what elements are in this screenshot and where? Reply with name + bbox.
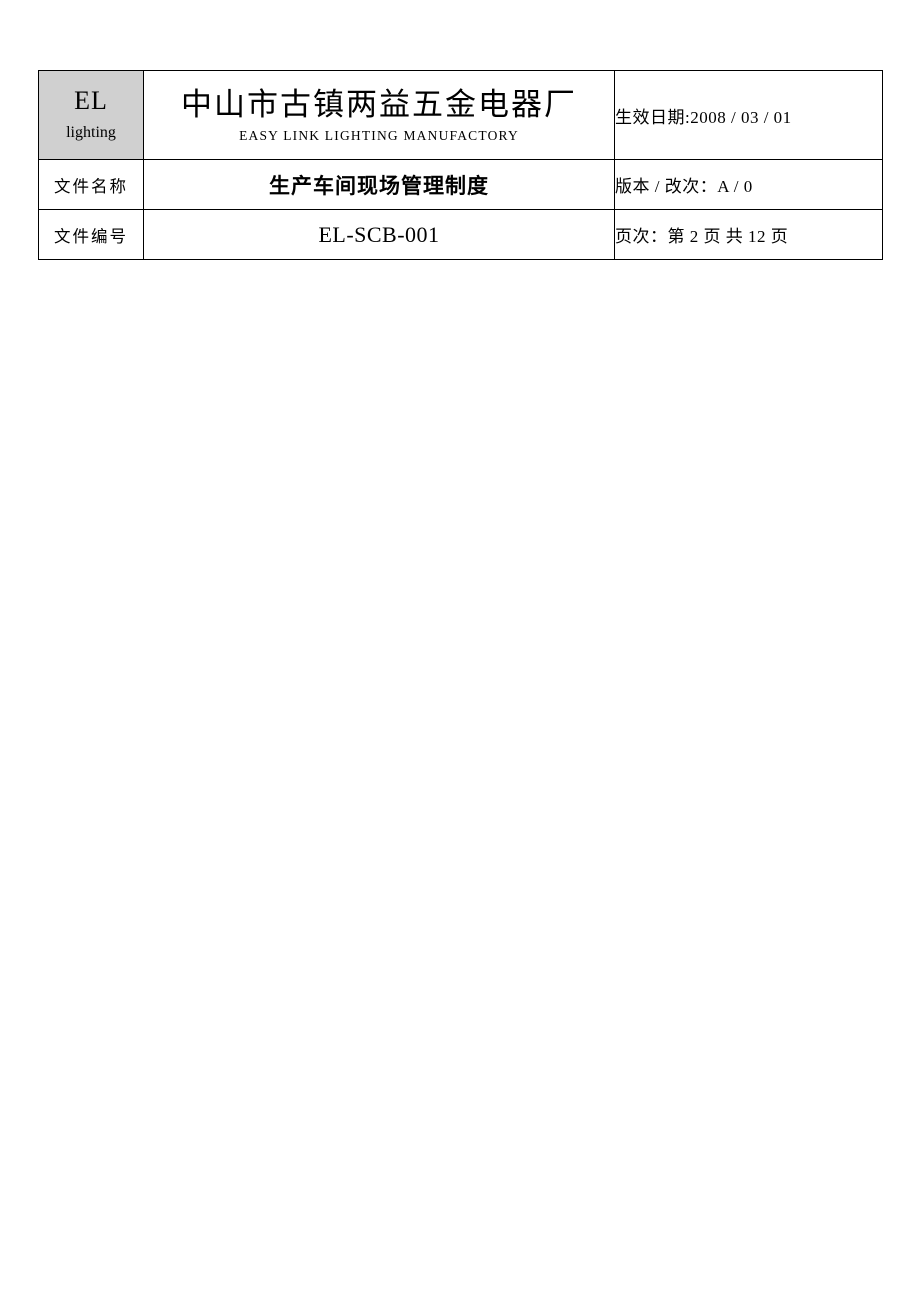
logo-sub-text: lighting [66, 124, 116, 142]
page-number-text: 页次：第 2 页 共 12 页 [615, 227, 789, 246]
table-row-document-code: 文件编号 EL-SCB-001 页次：第 2 页 共 12 页 [38, 209, 883, 260]
effective-date-cell: 生效日期:2008 / 03 / 01 [614, 70, 883, 160]
document-header-table: EL lighting 中山市古镇两益五金电器厂 EASY LINK LIGHT… [38, 70, 883, 260]
document-page: EL lighting 中山市古镇两益五金电器厂 EASY LINK LIGHT… [0, 0, 920, 1302]
company-name-cell: 中山市古镇两益五金电器厂 EASY LINK LIGHTING MANUFACT… [143, 70, 615, 160]
document-name-label: 文件名称 [38, 159, 144, 210]
logo-mark-text: EL [74, 85, 108, 115]
version-revision-cell: 版本 / 改次：A / 0 [614, 159, 883, 210]
table-row-brand: EL lighting 中山市古镇两益五金电器厂 EASY LINK LIGHT… [38, 70, 883, 160]
document-title-cell: 生产车间现场管理制度 [143, 159, 615, 210]
document-number-label-text: 文件编号 [54, 226, 128, 246]
document-number-cell: EL-SCB-001 [143, 209, 615, 260]
company-logo-cell: EL lighting [38, 70, 144, 160]
document-name-label-text: 文件名称 [54, 176, 128, 196]
company-name-chinese: 中山市古镇两益五金电器厂 [181, 87, 577, 123]
document-number-text: EL-SCB-001 [318, 221, 440, 247]
table-row-document-name: 文件名称 生产车间现场管理制度 版本 / 改次：A / 0 [38, 159, 883, 210]
effective-date-text: 生效日期:2008 / 03 / 01 [615, 107, 792, 127]
version-revision-text: 版本 / 改次：A / 0 [615, 177, 753, 196]
document-title-text: 生产车间现场管理制度 [269, 173, 489, 198]
company-name-english: EASY LINK LIGHTING MANUFACTORY [239, 127, 519, 143]
document-number-label: 文件编号 [38, 209, 144, 260]
logo-inner: EL lighting [39, 81, 143, 149]
page-number-cell: 页次：第 2 页 共 12 页 [614, 209, 883, 260]
